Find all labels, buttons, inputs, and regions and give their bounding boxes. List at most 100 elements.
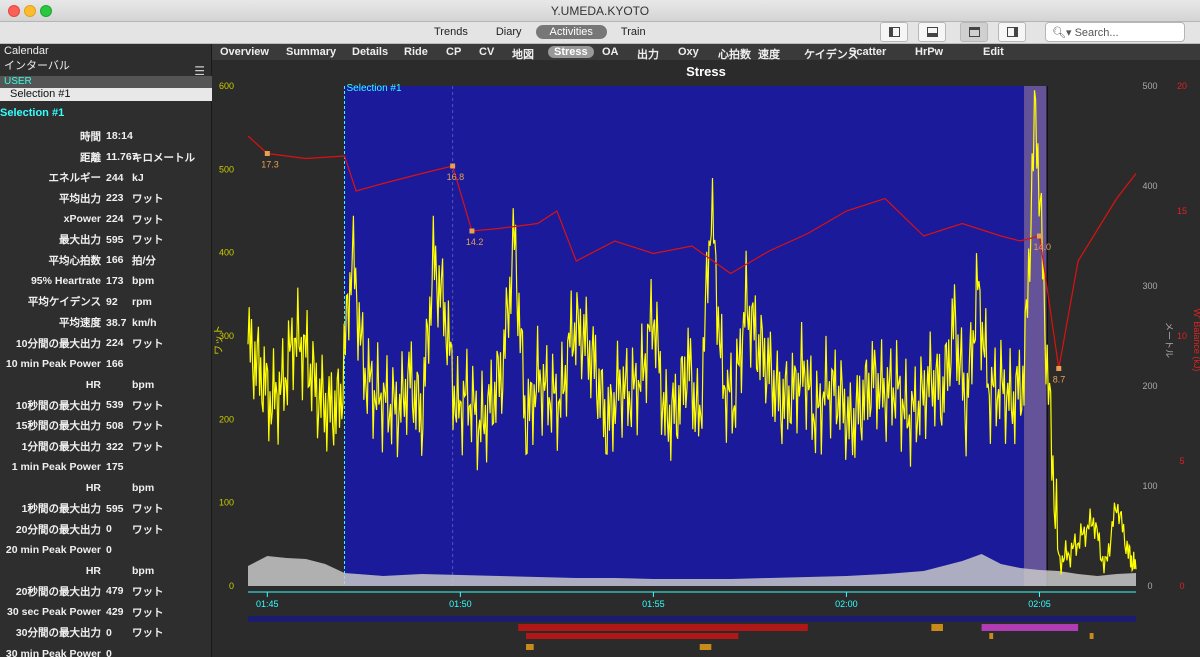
view-tab-edit[interactable]: Edit [983, 46, 1004, 58]
metric-value: 166 [106, 357, 124, 370]
metric-row: 1秒間の最大出力 595 ワット [0, 498, 212, 519]
metric-row: 平均速度 38.7 km/h [0, 312, 212, 333]
metric-value: 479 [106, 585, 124, 598]
metric-label: xPower [63, 213, 101, 226]
metric-label: 30分間の最大出力 [15, 627, 101, 640]
sidebar-intervals[interactable]: インターバル [0, 59, 211, 74]
selection-title: Selection #1 [0, 107, 65, 119]
metric-label: 15秒間の最大出力 [15, 420, 101, 433]
metric-value: 244 [106, 171, 124, 184]
metric-label: 10 min Peak Power [5, 357, 101, 370]
view-tab-cp[interactable]: CP [446, 46, 461, 58]
view-tab-oxy[interactable]: Oxy [678, 46, 699, 58]
metric-value: 0 [106, 523, 112, 536]
metric-label: 1秒間の最大出力 [21, 503, 101, 516]
metric-row: HR bpm [0, 478, 212, 499]
metric-row: 10分間の最大出力 224 ワット [0, 333, 212, 354]
sidebar-left-icon [889, 27, 900, 37]
toggle-bottom-panel-button[interactable] [918, 22, 946, 42]
view-tab-overview[interactable]: Overview [220, 46, 269, 58]
view-tab-summary[interactable]: Summary [286, 46, 336, 58]
metric-unit: ワット [132, 523, 164, 536]
metric-value: 508 [106, 419, 124, 432]
metric-label: 平均心拍数 [48, 254, 102, 267]
top-tab-train[interactable]: Train [607, 25, 660, 39]
metric-unit: ワット [132, 337, 164, 350]
view-tab-scatter[interactable]: Scatter [849, 46, 886, 58]
metric-unit: ワット [132, 627, 164, 640]
metric-value: 223 [106, 192, 124, 205]
metric-value: 0 [106, 647, 112, 657]
metric-label: 平均出力 [59, 192, 101, 205]
metric-value: 224 [106, 213, 124, 226]
metric-row: 平均ケイデンス 92 rpm [0, 292, 212, 313]
metric-label: 1分間の最大出力 [21, 441, 101, 454]
metric-value: 595 [106, 233, 124, 246]
sidebar-user-group[interactable]: USER [0, 76, 212, 88]
metric-label: 最大出力 [59, 234, 101, 247]
metric-row: 平均出力 223 ワット [0, 188, 212, 209]
panel-bottom-icon [927, 27, 938, 37]
metric-label: 30 sec Peak Power [7, 606, 101, 619]
single-view-button[interactable] [960, 22, 988, 42]
metric-unit: ワット [132, 213, 164, 226]
app-window: Y.UMEDA.KYOTO Trends Diary Activities Tr… [0, 0, 1200, 657]
top-tabs: Trends Diary Activities Train [420, 25, 660, 39]
toolbar: Trends Diary Activities Train 🔍︎▾ Search… [0, 22, 1200, 44]
view-tab-hrpw[interactable]: HrPw [915, 46, 943, 58]
metric-label: 1 min Peak Power [11, 461, 101, 474]
metric-unit: kJ [132, 171, 144, 184]
metric-value: 166 [106, 254, 124, 267]
window-title: Y.UMEDA.KYOTO [550, 4, 650, 18]
metric-value: 175 [106, 461, 124, 474]
view-tabs: Overview Summary Details Ride CP CV 地図 Stress OA… [212, 44, 1200, 61]
view-tab-details[interactable]: Details [352, 46, 388, 58]
top-tab-trends[interactable]: Trends [420, 25, 482, 39]
metric-unit: bpm [132, 564, 155, 577]
metric-unit: ワット [132, 192, 164, 205]
metric-unit: ワット [132, 606, 164, 619]
metric-row: 30 min Peak Power 0 [0, 643, 212, 657]
top-tab-diary[interactable]: Diary [482, 25, 536, 39]
search-input[interactable]: 🔍︎▾ Search... [1045, 22, 1185, 42]
metric-label: 平均ケイデンス [27, 296, 101, 309]
metric-row: 95% Heartrate 173 bpm [0, 271, 212, 292]
sidebar-selection-item[interactable]: Selection #1 [0, 88, 212, 101]
metric-row: 10 min Peak Power 166 [0, 354, 212, 375]
metric-row: xPower 224 ワット [0, 209, 212, 230]
metric-value: 173 [106, 275, 124, 288]
split-view-button[interactable] [998, 22, 1026, 42]
sidebar: Calendar インターバル ☰ USER Selection #1 Sele… [0, 44, 212, 657]
metric-label: 20秒間の最大出力 [15, 585, 101, 598]
metric-value: 0 [106, 544, 112, 557]
metric-unit: キロメートル [132, 151, 195, 164]
window-split-icon [1007, 27, 1018, 37]
metric-label: 時間 [80, 130, 101, 143]
metric-unit: ワット [132, 503, 164, 516]
metric-label: 20分間の最大出力 [15, 523, 101, 536]
metric-value: 18:14 [106, 130, 133, 143]
view-tab-cv[interactable]: CV [479, 46, 494, 58]
metric-label: 平均速度 [59, 317, 101, 330]
metric-unit: bpm [132, 482, 155, 495]
metric-unit: km/h [132, 316, 157, 329]
metric-row: HR bpm [0, 374, 212, 395]
toggle-sidebar-button[interactable] [880, 22, 908, 42]
metric-unit: ワット [132, 234, 164, 247]
metric-label: エネルギー [48, 172, 102, 185]
metric-label: 30 min Peak Power [5, 647, 101, 657]
metric-row: HR bpm [0, 560, 212, 581]
top-tab-activities[interactable]: Activities [535, 25, 607, 39]
view-tab-oa[interactable]: OA [602, 46, 619, 58]
metric-unit: ワット [132, 420, 164, 433]
view-tab-stress[interactable]: Stress [548, 46, 594, 58]
sidebar-calendar[interactable]: Calendar [0, 44, 211, 59]
view-tab-ride[interactable]: Ride [404, 46, 428, 58]
metric-unit: 拍/分 [132, 254, 156, 267]
metric-value: 92 [106, 295, 118, 308]
metric-row: 平均心拍数 166 拍/分 [0, 250, 212, 271]
metric-row: 20秒間の最大出力 479 ワット [0, 581, 212, 602]
search-icon: 🔍︎▾ [1052, 27, 1072, 39]
metric-row: 10秒間の最大出力 539 ワット [0, 395, 212, 416]
metric-row: 最大出力 595 ワット [0, 229, 212, 250]
